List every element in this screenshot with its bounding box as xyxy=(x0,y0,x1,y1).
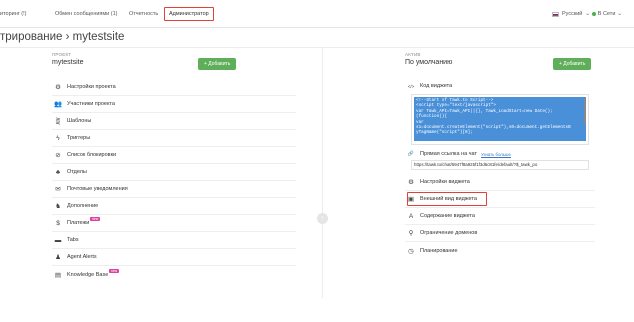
highlight-box xyxy=(407,192,487,206)
widget-code-box[interactable]: <!--Start of Tawk.to Script--> <script t… xyxy=(411,94,589,145)
chevron-down-icon: ⌄ xyxy=(585,11,590,17)
agent-icon: ♟ xyxy=(55,254,61,261)
menu-item-label: Триггеры xyxy=(67,135,91,141)
column-divider xyxy=(322,48,323,298)
menu-item-label: Knowledge Base xyxy=(67,271,109,278)
project-section-label: ПРОЕКТ xyxy=(52,52,72,57)
gear-icon: ⚙ xyxy=(408,179,414,186)
ban-icon: ⊘ xyxy=(55,152,61,159)
language-selector[interactable]: Русский ⌄ xyxy=(551,11,590,17)
menu-item-agent-alerts[interactable]: ♟ Agent Alerts xyxy=(52,249,296,266)
addons-icon: ♞ xyxy=(55,203,61,210)
menu-item-label: Планирование xyxy=(420,247,458,254)
menu-item-project-members[interactable]: 👥 Участники проекта xyxy=(52,96,296,113)
menu-item-label: Настройки виджета xyxy=(420,179,470,185)
menu-item-label: Участники проекта xyxy=(67,101,115,107)
text-icon: A xyxy=(408,212,414,220)
new-badge: new xyxy=(109,268,119,273)
domain-icon: ⚲ xyxy=(408,230,414,237)
title-bar: трирование › mytestsite xyxy=(0,28,634,48)
direct-link-label: Прямая ссылка на чат xyxy=(420,151,477,157)
menu-item-mail-notifications[interactable]: ✉ Почтовые уведомления xyxy=(52,181,296,198)
status-selector[interactable]: В Сети ⌄ xyxy=(591,11,622,17)
menu-item-label: Список блокировки xyxy=(67,152,117,158)
status-label: В Сети xyxy=(597,11,616,17)
new-badge: new xyxy=(90,217,100,221)
code-scrollbar[interactable] xyxy=(584,98,586,124)
menu-item-label: Шаблоны xyxy=(67,118,92,124)
menu-item-scheduling[interactable]: ◷ Планирование xyxy=(405,242,595,259)
widget-code-text[interactable]: <!--Start of Tawk.to Script--> <script t… xyxy=(414,97,586,141)
widget-name: По умолчанию xyxy=(405,59,453,66)
widget-code-header: </> Код виджета xyxy=(405,80,595,92)
menu-item-ban-list[interactable]: ⊘ Список блокировки xyxy=(52,147,296,164)
menu-item-widget-content[interactable]: A Содержание виджета xyxy=(405,208,595,225)
menu-item-label: Дополнение xyxy=(67,203,99,209)
language-label: Русский xyxy=(561,11,583,17)
menu-item-knowledge-base[interactable]: ▤ Knowledge Base new xyxy=(52,266,296,283)
menu-item-tabs[interactable]: ▬ Tabs xyxy=(52,232,296,249)
menu-item-label: Ограничение доменов xyxy=(420,230,478,236)
departments-icon: ♣ xyxy=(55,168,61,176)
nav-monitoring[interactable]: иторинг (!) xyxy=(0,11,26,17)
nav-administration[interactable]: Администратор xyxy=(164,7,214,21)
menu-item-shortcuts[interactable]: ⋛ Шаблоны xyxy=(52,113,296,130)
menu-item-project-settings[interactable]: ⚙ Настройки проекта xyxy=(52,79,296,96)
add-project-button[interactable]: + Добавить xyxy=(198,58,237,70)
menu-item-label: Содержание виджета xyxy=(420,213,475,219)
page-title: трирование › mytestsite xyxy=(0,31,125,43)
mail-icon: ✉ xyxy=(55,186,61,193)
menu-item-triggers[interactable]: ϟ Триггеры xyxy=(52,130,296,147)
top-nav: иторинг (!) Обмен сообщениями (1) Отчетн… xyxy=(0,0,634,28)
book-icon: ▤ xyxy=(54,271,62,279)
collapse-handle[interactable]: › xyxy=(317,213,328,224)
direct-link-field[interactable]: https://tawk.to/chat/5947f8a925f1f3d6c81… xyxy=(411,160,589,170)
triggers-icon: ϟ xyxy=(56,134,60,142)
dollar-icon: $ xyxy=(56,219,60,227)
direct-link-header: 🔗 Прямая ссылка на чат Узнать больше xyxy=(405,149,595,159)
nav-messaging[interactable]: Обмен сообщениями (1) xyxy=(55,11,118,17)
code-icon: </> xyxy=(407,83,415,89)
add-widget-button[interactable]: + Добавить xyxy=(553,58,592,70)
menu-item-addons[interactable]: ♞ Дополнение xyxy=(52,198,296,215)
menu-item-label: Настройки проекта xyxy=(67,84,116,90)
widget-section-label: АКТИВ xyxy=(405,52,421,57)
link-icon: 🔗 xyxy=(407,151,415,157)
menu-item-label: Платежи xyxy=(67,220,90,226)
shortcuts-icon: ⋛ xyxy=(55,118,61,125)
clock-icon: ◷ xyxy=(408,247,414,255)
gear-icon: ⚙ xyxy=(55,84,61,91)
status-dot xyxy=(591,12,596,16)
members-icon: 👥 xyxy=(53,101,63,108)
menu-item-departments[interactable]: ♣ Отделы xyxy=(52,164,296,181)
menu-item-payments[interactable]: $ Платежи new xyxy=(52,215,296,232)
chevron-down-icon: ⌄ xyxy=(617,11,622,17)
learn-more-link[interactable]: Узнать больше xyxy=(481,152,511,157)
flag-icon xyxy=(551,11,559,17)
nav-reporting[interactable]: Отчетность xyxy=(129,11,158,17)
menu-item-label: Tabs xyxy=(67,237,79,243)
tabs-icon: ▬ xyxy=(54,236,62,244)
project-name: mytestsite xyxy=(52,59,84,66)
menu-item-label: Agent Alerts xyxy=(67,254,97,260)
widget-code-label: Код виджета xyxy=(420,83,453,89)
menu-item-label: Почтовые уведомления xyxy=(67,186,128,192)
menu-item-widget-settings[interactable]: ⚙ Настройки виджета xyxy=(405,174,595,191)
menu-item-label: Отделы xyxy=(67,169,87,175)
menu-item-domain-restriction[interactable]: ⚲ Ограничение доменов xyxy=(405,225,595,242)
